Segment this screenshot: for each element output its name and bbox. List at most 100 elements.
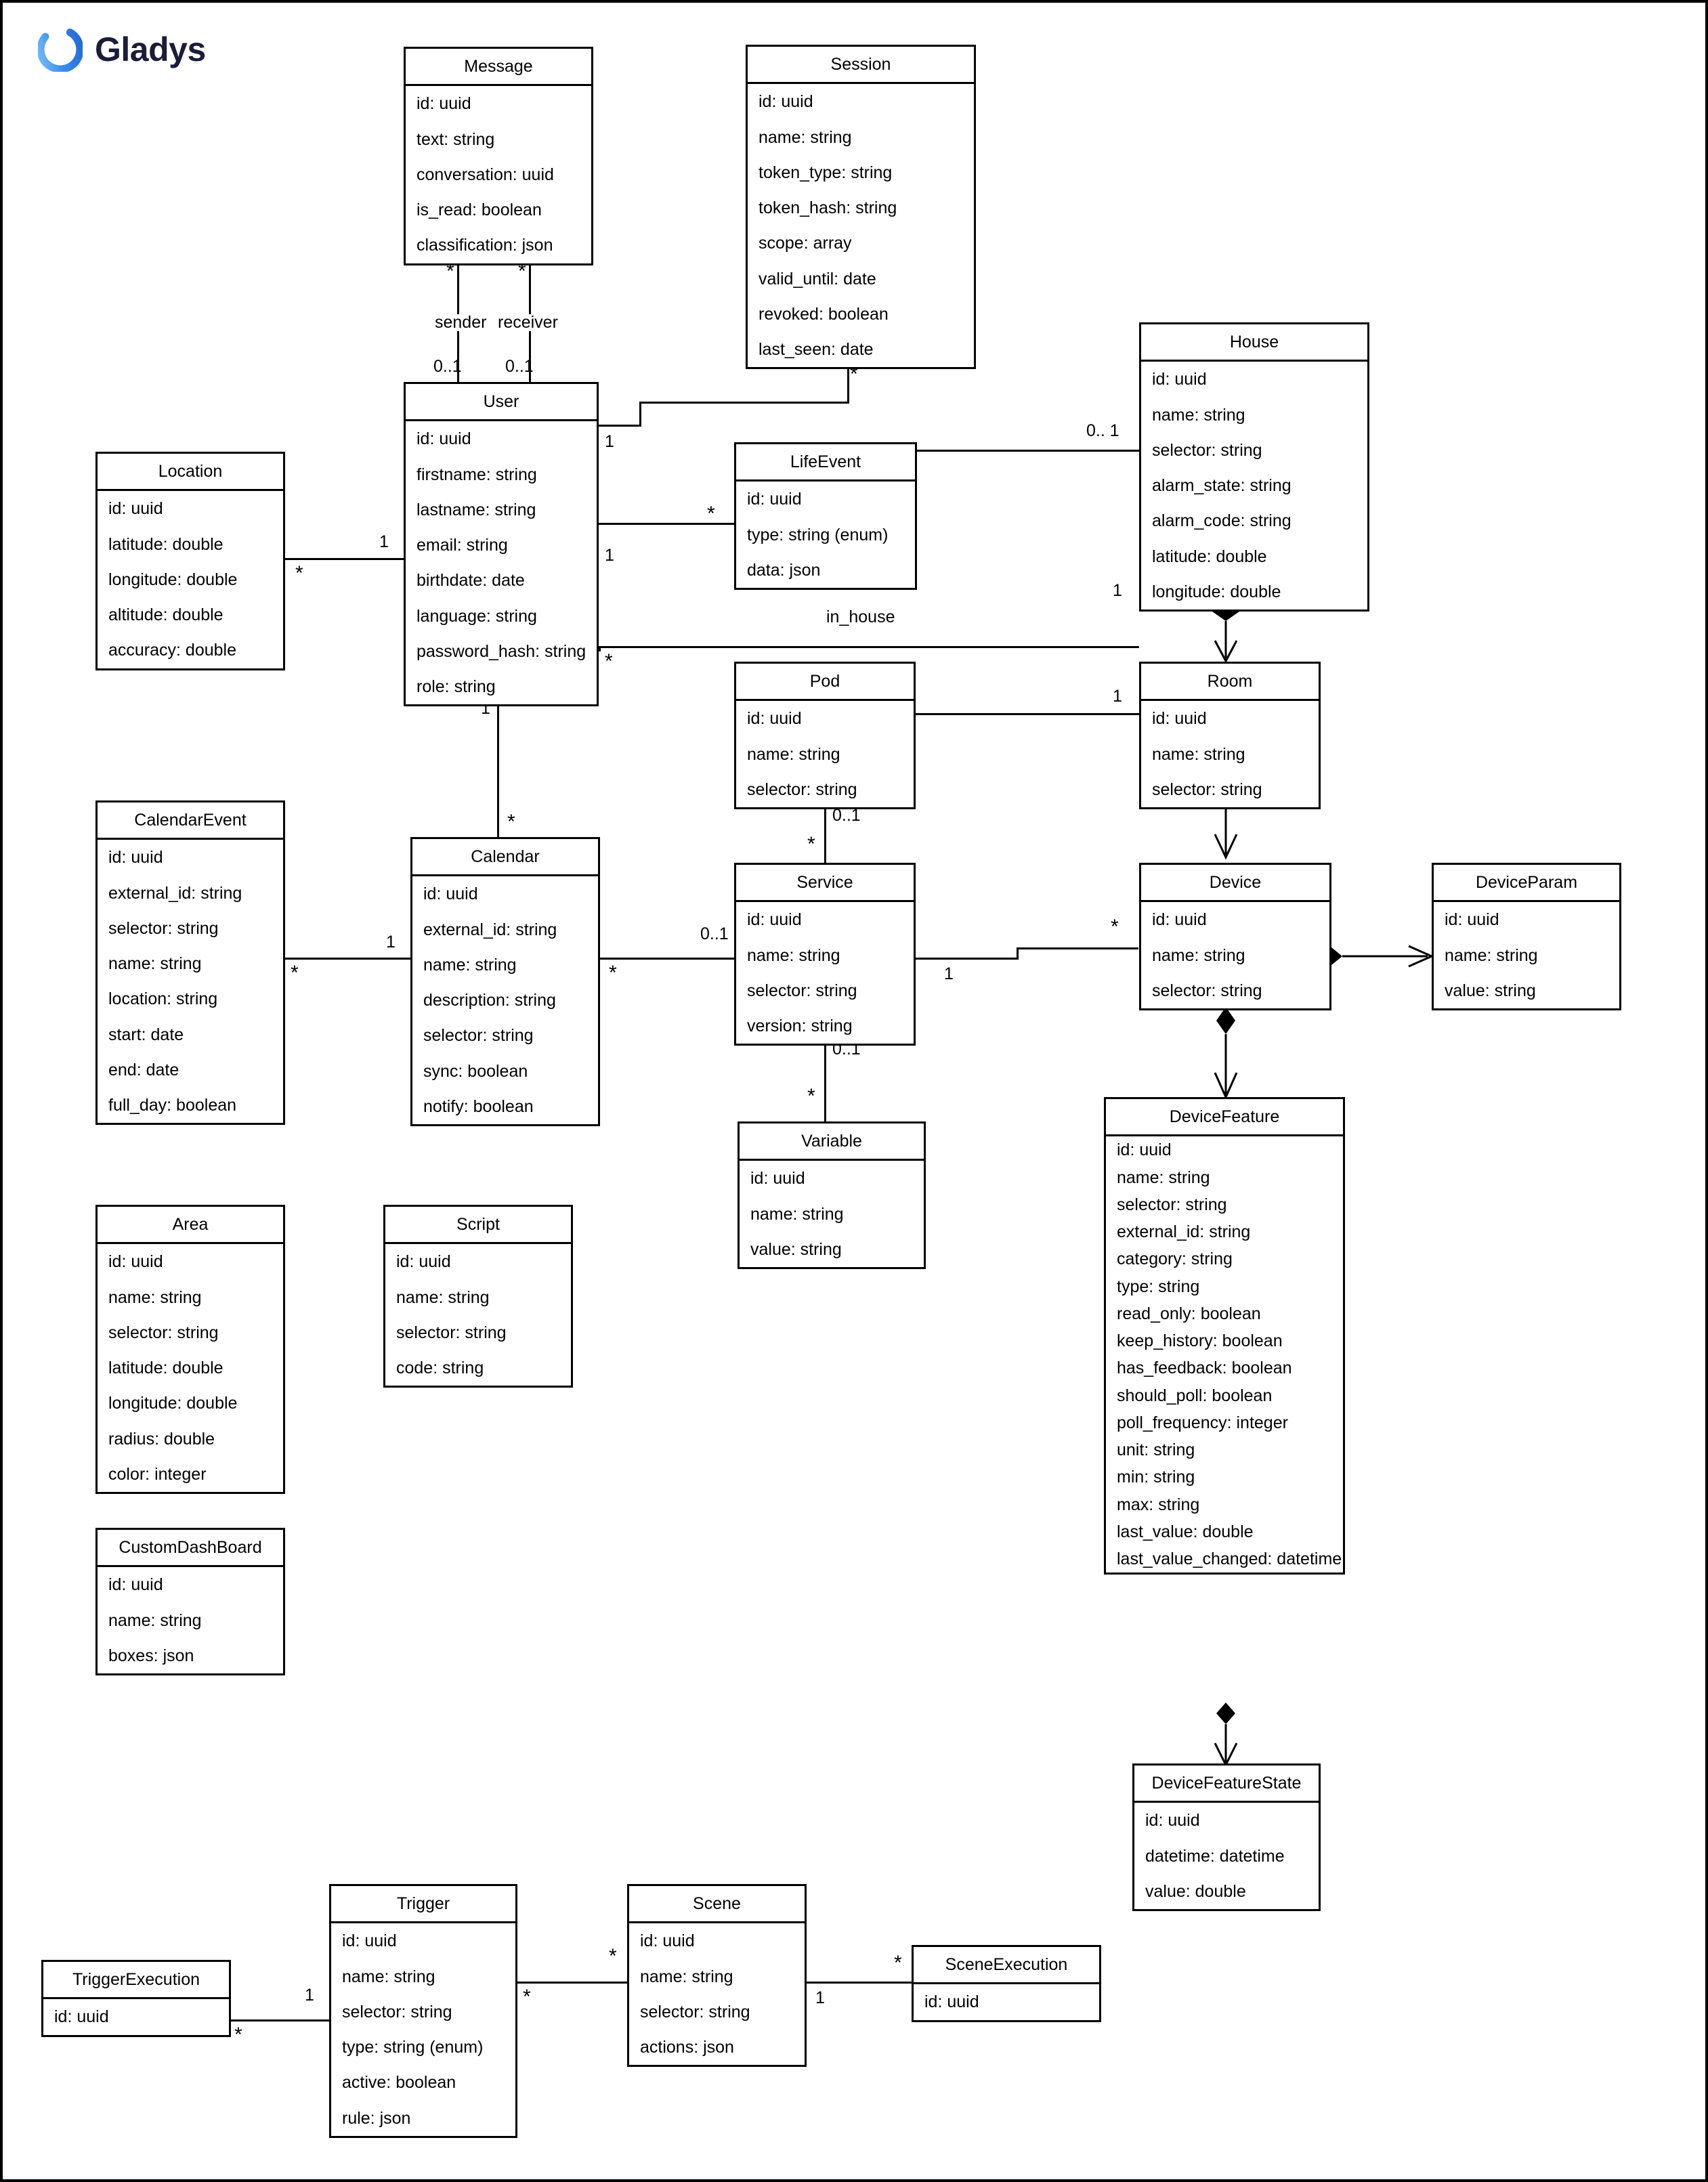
edge-label-in-house: in_house (824, 609, 897, 626)
entity-attribute: id: uuid (1445, 910, 1499, 930)
entity-service[interactable]: Service id: uuid name: string selector: … (734, 863, 916, 1046)
entity-attribute: selector: string (1152, 779, 1262, 799)
entity-attribute: id: uuid (1145, 1811, 1200, 1831)
edge-trigger-scene (516, 1982, 628, 1984)
entity-attribute: datetime: datetime (1145, 1846, 1285, 1866)
entity-attribute: notify: boolean (423, 1096, 534, 1116)
mult-user-sender-zeroone: 0..1 (433, 357, 462, 376)
edge-trigger-triggerexecution (230, 2019, 330, 2021)
entity-attribute: type: string (1117, 1277, 1200, 1296)
entity-attribute: id: uuid (1152, 910, 1207, 930)
entity-attribute: birthdate: date (417, 571, 525, 591)
entity-attribute: id: uuid (396, 1252, 451, 1272)
entity-customdashboard[interactable]: CustomDashBoard id: uuid name: string bo… (95, 1528, 285, 1675)
mult-service-pod-many: * (807, 833, 815, 855)
entity-attribute: max: string (1117, 1495, 1200, 1514)
entity-title: Service (736, 865, 914, 903)
entity-attribute: sync: boolean (423, 1061, 528, 1081)
entity-trigger[interactable]: Trigger id: uuid name: string selector: … (329, 1884, 517, 2138)
edge-service-variable (824, 1037, 826, 1124)
mult-user-house-many: * (605, 650, 613, 672)
composition-diamond-devicefeature-state (1216, 1703, 1235, 1724)
entity-script[interactable]: Script id: uuid name: string selector: s… (383, 1205, 573, 1388)
entity-variable[interactable]: Variable id: uuid name: string value: st… (738, 1121, 926, 1269)
entity-attribute: id: uuid (108, 1575, 163, 1595)
entity-attribute: name: string (1445, 945, 1538, 965)
entity-attribute: selector: string (1152, 440, 1262, 460)
entity-attribute: description: string (423, 991, 556, 1010)
entity-attribute: latitude: double (108, 534, 223, 554)
entity-attribute: data: json (747, 560, 821, 580)
entity-deviceparam[interactable]: DeviceParam id: uuid name: string value:… (1432, 863, 1621, 1010)
entity-device[interactable]: Device id: uuid name: string selector: s… (1139, 863, 1331, 1010)
entity-attribute: id: uuid (640, 1931, 695, 1951)
entity-calendarevent[interactable]: CalendarEvent id: uuid external_id: stri… (95, 800, 285, 1126)
entity-house[interactable]: House id: uuid name: string selector: st… (1139, 322, 1369, 612)
entity-attribute: name: string (423, 955, 517, 975)
entity-attribute: version: string (747, 1017, 853, 1035)
entity-attribute: selector: string (640, 2002, 750, 2021)
entity-attribute: selector: string (747, 981, 857, 1000)
entity-attribute: lastname: string (417, 500, 536, 519)
entity-sceneexecution[interactable]: SceneExecution id: uuid (912, 1945, 1101, 2022)
entity-attribute: actions: json (640, 2038, 734, 2057)
entity-attribute: type: string (enum) (342, 2038, 484, 2057)
edge-session-user-h2 (599, 425, 641, 427)
mult-trigger-scene-many: * (523, 1986, 531, 2008)
entity-pod[interactable]: Pod id: uuid name: string selector: stri… (734, 662, 916, 809)
entity-attribute: should_poll: boolean (1117, 1386, 1273, 1405)
edge-session-user-v2 (639, 402, 641, 426)
entity-attribute: alarm_state: string (1152, 476, 1291, 495)
mult-lifeevent-many: * (707, 502, 715, 525)
entity-attribute: id: uuid (924, 1992, 979, 2012)
edge-pod-room (885, 713, 1139, 715)
mult-trigger-exec-one: 1 (305, 1986, 314, 2005)
entity-attribute: language: string (417, 606, 537, 626)
entity-calendar[interactable]: Calendar id: uuid external_id: string na… (410, 837, 600, 1126)
entity-attribute: boxes: json (108, 1646, 194, 1665)
entity-triggerexecution[interactable]: TriggerExecution id: uuid (41, 1960, 231, 2037)
entity-devicefeature[interactable]: DeviceFeature id: uuid name: string sele… (1104, 1097, 1345, 1575)
entity-attribute: id: uuid (108, 848, 163, 868)
edge-label-sender: sender (433, 314, 489, 331)
entity-attribute: start: date (108, 1025, 184, 1044)
entity-attribute: selector: string (342, 2002, 452, 2021)
entity-attribute: color: integer (108, 1464, 207, 1484)
entity-attribute: id: uuid (417, 94, 471, 114)
entity-title: DeviceFeature (1106, 1099, 1343, 1137)
edge-user-calendar (497, 693, 499, 839)
composition-diamond-device-devicefeature (1216, 1007, 1235, 1034)
mult-user-location-one: 1 (379, 532, 389, 551)
edge-calendar-service (600, 958, 735, 960)
entity-title: Message (406, 49, 591, 87)
entity-attribute: id: uuid (423, 884, 478, 904)
entity-location[interactable]: Location id: uuid latitude: double longi… (95, 452, 285, 670)
entity-attribute: poll_frequency: integer (1117, 1413, 1288, 1432)
entity-attribute: role: string (417, 677, 496, 696)
entity-room[interactable]: Room id: uuid name: string selector: str… (1139, 662, 1321, 809)
entity-lifeevent[interactable]: LifeEvent id: uuid type: string (enum) d… (734, 442, 917, 590)
entity-devicefeaturestate[interactable]: DeviceFeatureState id: uuid datetime: da… (1132, 1763, 1321, 1911)
mult-device-service-many: * (1111, 916, 1119, 938)
entity-message[interactable]: Message id: uuid text: string conversati… (404, 47, 593, 265)
entity-attribute: name: string (747, 744, 840, 764)
mult-user-lifeevent-one: 1 (605, 546, 614, 565)
entity-attribute: classification: json (417, 236, 553, 255)
entity-attribute: id: uuid (759, 92, 813, 112)
mult-service-calendar-zeroone: 0..1 (700, 924, 729, 943)
entity-attribute: name: string (1152, 405, 1245, 425)
entity-title: SceneExecution (914, 1947, 1099, 1985)
entity-scene[interactable]: Scene id: uuid name: string selector: st… (627, 1884, 807, 2068)
entity-title: Pod (736, 664, 914, 702)
entity-user[interactable]: User id: uuid firstname: string lastname… (404, 382, 599, 707)
mult-calendar-service-many: * (609, 962, 617, 984)
entity-attribute: external_id: string (1117, 1222, 1251, 1241)
mult-scene-exec-one: 1 (815, 1988, 825, 2007)
entity-session[interactable]: Session id: uuid name: string token_type… (746, 45, 976, 370)
entity-attribute: id: uuid (1152, 370, 1207, 389)
entity-attribute: name: string (759, 127, 852, 147)
entity-attribute: name: string (108, 954, 202, 973)
mult-variable-many: * (807, 1085, 815, 1107)
entity-area[interactable]: Area id: uuid name: string selector: str… (95, 1205, 285, 1494)
entity-attribute: external_id: string (423, 920, 557, 939)
